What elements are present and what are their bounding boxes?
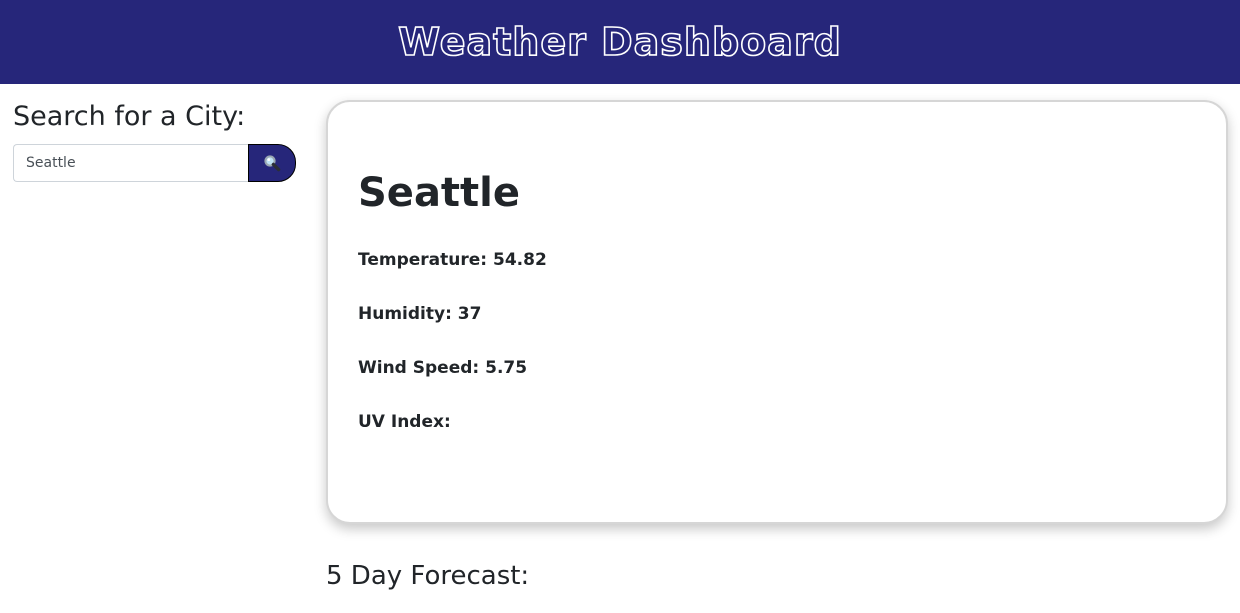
humidity-text: Humidity: 37 [358, 304, 482, 324]
page-content: Search for a City: Seattle Temperature: … [0, 84, 1240, 613]
search-form [13, 144, 296, 182]
city-search-input[interactable] [13, 144, 248, 182]
temperature-text: Temperature: 54.82 [358, 250, 547, 270]
forecast-heading: 5 Day Forecast: [326, 561, 530, 591]
search-heading: Search for a City: [13, 101, 246, 132]
page-title: Weather Dashboard [397, 19, 842, 65]
city-name: Seattle [358, 170, 521, 216]
app-header: Weather Dashboard [0, 0, 1240, 84]
current-weather-card: Seattle Temperature: 54.82 Humidity: 37 … [326, 100, 1228, 524]
magnifier-icon [264, 155, 281, 172]
search-button[interactable] [248, 144, 296, 182]
search-sidebar: Search for a City: [13, 98, 296, 182]
uv-index-text: UV Index: [358, 412, 451, 432]
wind-speed-text: Wind Speed: 5.75 [358, 358, 528, 378]
